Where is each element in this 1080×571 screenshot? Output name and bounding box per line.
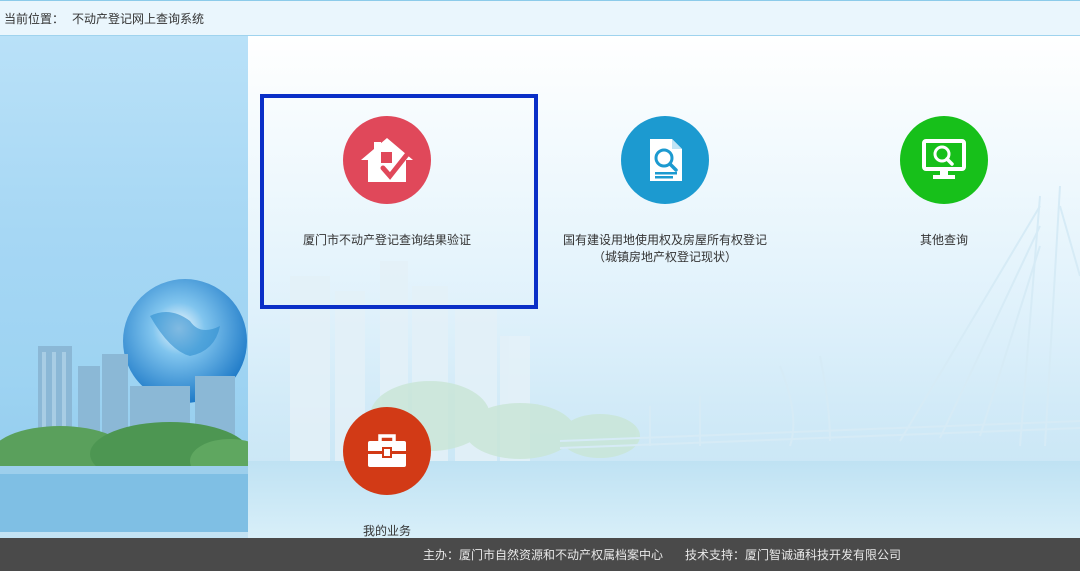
document-search-icon — [621, 116, 709, 204]
card-verify-results-label: 厦门市不动产登记查询结果验证 — [302, 233, 471, 247]
briefcase-icon — [343, 407, 431, 495]
card-land-house-registration-sublabel: （城镇房地产权登记现状） — [592, 250, 737, 264]
card-my-business[interactable]: 我的业务 — [330, 401, 444, 538]
breadcrumb-current: 不动产登记网上查询系统 — [72, 11, 205, 26]
footer-host: 主办：厦门市自然资源和不动产权属档案中心 — [423, 548, 664, 562]
card-verify-results[interactable]: 厦门市不动产登记查询结果验证 — [262, 96, 536, 307]
left-decorative-panel — [0, 36, 248, 532]
footer-tech-support: 技术支持：厦门智诚通科技开发有限公司 — [685, 548, 902, 562]
card-land-house-registration[interactable]: 国有建设用地使用权及房屋所有权登记 （城镇房地产权登记现状） — [555, 96, 775, 296]
house-check-icon — [343, 116, 431, 204]
main-content: 厦门市不动产登记查询结果验证 国有建设用地使用权及房屋所有权登记 （城镇房地产权… — [0, 36, 1080, 538]
card-my-business-label: 我的业务 — [362, 524, 411, 538]
globe-city-illustration — [0, 279, 248, 532]
card-other-queries-label: 其他查询 — [919, 233, 968, 247]
breadcrumb-label: 当前位置： — [4, 11, 65, 26]
card-land-house-registration-label: 国有建设用地使用权及房屋所有权登记 — [562, 233, 767, 247]
monitor-search-icon — [900, 116, 988, 204]
card-other-queries[interactable]: 其他查询 — [880, 96, 1008, 296]
breadcrumb-bar: 当前位置： 不动产登记网上查询系统 — [0, 0, 1080, 36]
footer: 主办：厦门市自然资源和不动产权属档案中心 技术支持：厦门智诚通科技开发有限公司 — [0, 538, 1080, 571]
